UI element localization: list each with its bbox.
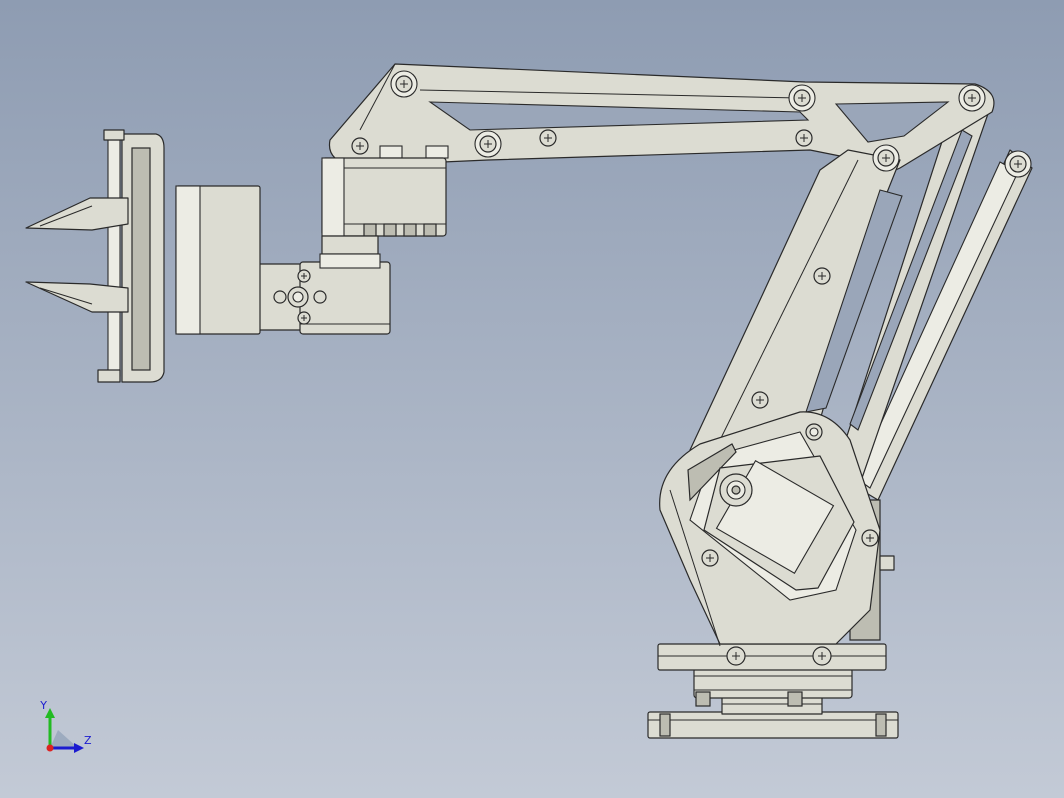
- screw: [297, 311, 311, 325]
- screw: [751, 391, 769, 409]
- screw: [788, 84, 816, 112]
- screw: [390, 70, 418, 98]
- screw: [813, 267, 831, 285]
- screw: [958, 84, 986, 112]
- screw: [795, 129, 813, 147]
- turntable-ring: [693, 667, 853, 699]
- screw: [539, 129, 557, 147]
- y-axis-label: Y: [39, 699, 47, 712]
- robot-arm-model[interactable]: Y Z: [0, 0, 1064, 798]
- wrist-servo-upper[interactable]: [321, 157, 447, 255]
- base-assembly[interactable]: [647, 643, 899, 739]
- z-axis-arrowhead: [74, 743, 84, 753]
- screw: [872, 144, 900, 172]
- screw: [474, 130, 502, 158]
- screw: [805, 423, 823, 441]
- gripper-rail: [107, 139, 121, 377]
- x-axis-dot: [46, 744, 54, 752]
- screw: [297, 269, 311, 283]
- z-axis-label: Z: [84, 734, 92, 747]
- screw: [726, 646, 746, 666]
- cad-viewport[interactable]: Y Z: [0, 0, 1064, 798]
- screw: [861, 529, 879, 547]
- turntable-hub: [721, 695, 823, 715]
- screw: [351, 137, 369, 155]
- screw: [701, 549, 719, 567]
- wrist-servo-lower[interactable]: [247, 253, 391, 335]
- rotation-plate: [657, 643, 887, 671]
- wrist-horn: [321, 235, 379, 255]
- base-plate: [647, 711, 899, 739]
- gripper-assembly[interactable]: [25, 129, 261, 383]
- axis-triad[interactable]: Y Z: [39, 699, 92, 753]
- screw: [1004, 150, 1032, 178]
- screw: [812, 646, 832, 666]
- gripper-finger-bottom: [25, 281, 129, 313]
